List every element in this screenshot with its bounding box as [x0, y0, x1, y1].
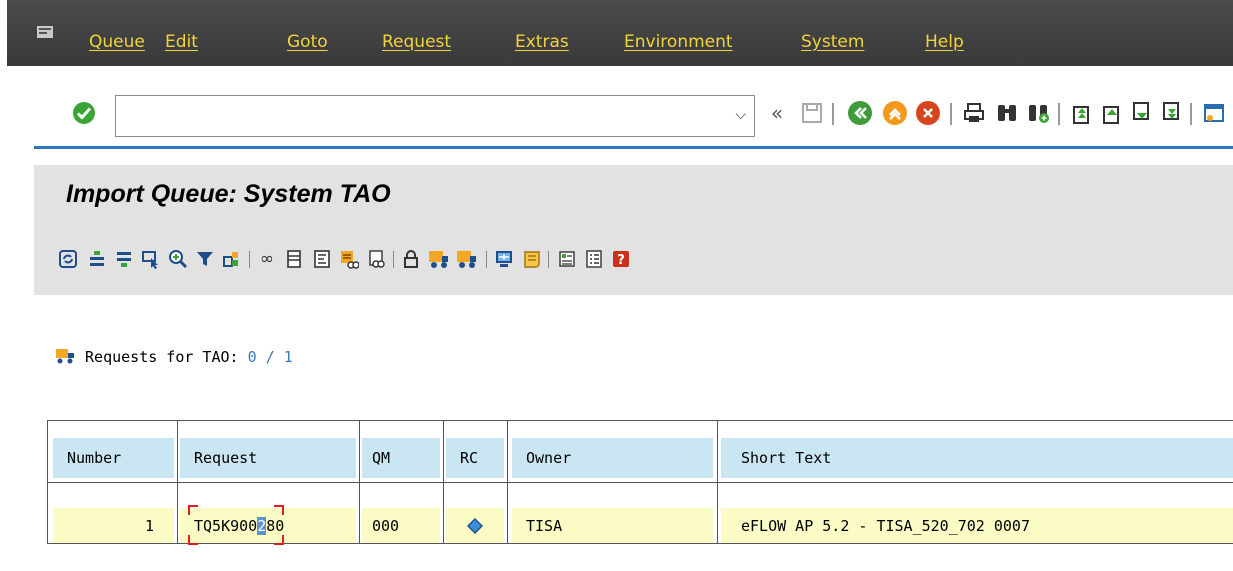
- column-header-rc[interactable]: RC: [446, 438, 504, 478]
- cell-number[interactable]: 1: [53, 508, 174, 543]
- import-request-truck-icon[interactable]: [456, 248, 478, 270]
- text-icon[interactable]: [311, 248, 333, 270]
- find-next-icon[interactable]: [1021, 96, 1055, 130]
- cell-qm[interactable]: 000: [362, 508, 440, 543]
- back-icon[interactable]: [843, 96, 877, 130]
- last-page-icon[interactable]: [1155, 96, 1189, 130]
- create-session-icon[interactable]: [1197, 96, 1231, 130]
- command-field[interactable]: ⌵: [115, 95, 755, 137]
- truck-icon: [56, 349, 74, 364]
- first-page-icon[interactable]: [1065, 96, 1099, 130]
- toolbar-separator: [249, 251, 250, 268]
- info-icon[interactable]: ?: [610, 248, 632, 270]
- sort-descending-icon[interactable]: [113, 248, 135, 270]
- find-icon[interactable]: [990, 96, 1024, 130]
- requests-count: 0 / 1: [247, 348, 293, 366]
- toolbar-separator: [1058, 103, 1060, 125]
- import-queue-table: Number Request QM RC Owner Short Text 1 …: [47, 420, 1233, 545]
- import-all-icon[interactable]: [428, 248, 450, 270]
- requests-label: Requests for TAO:: [85, 348, 239, 366]
- import-request-icon[interactable]: [338, 248, 360, 270]
- column-header-number[interactable]: Number: [53, 438, 174, 478]
- column-header-request[interactable]: Request: [180, 438, 356, 478]
- toolbar-separator: [1190, 103, 1192, 125]
- cell-short-text[interactable]: eFLOW AP 5.2 - TISA_520_702 0007: [721, 508, 1233, 543]
- menu-queue[interactable]: Queue: [89, 32, 145, 52]
- menu-request[interactable]: Request: [382, 32, 451, 52]
- next-page-icon[interactable]: [1125, 96, 1159, 130]
- system-menu-icon[interactable]: [37, 26, 53, 38]
- svg-text:?: ?: [617, 253, 625, 268]
- menu-extras[interactable]: Extras: [515, 32, 569, 52]
- column-header-owner[interactable]: Owner: [512, 438, 713, 478]
- lock-icon[interactable]: [400, 248, 422, 270]
- menu-edit[interactable]: Edit: [165, 32, 198, 52]
- requests-summary: Requests for TAO: 0 / 1: [56, 348, 293, 366]
- menu-goto[interactable]: Goto: [287, 32, 328, 52]
- refresh-icon[interactable]: [57, 248, 79, 270]
- cancel-icon[interactable]: [911, 96, 945, 130]
- cell-owner[interactable]: TISA: [512, 508, 713, 543]
- log-icon[interactable]: [521, 248, 543, 270]
- column-header-qm[interactable]: QM: [362, 438, 440, 478]
- zoom-details-icon[interactable]: [167, 248, 189, 270]
- previous-page-icon[interactable]: [1095, 96, 1129, 130]
- save-icon[interactable]: [795, 96, 829, 130]
- cell-focus-frame: [188, 505, 284, 545]
- menu-environment[interactable]: Environment: [624, 32, 733, 52]
- exit-icon[interactable]: [878, 96, 912, 130]
- filter-icon[interactable]: [194, 248, 216, 270]
- toolbar-separator: [486, 251, 487, 268]
- cell-rc[interactable]: [446, 508, 504, 543]
- collapse-arrows-icon[interactable]: «: [760, 96, 794, 130]
- toolbar-separator: [548, 251, 549, 268]
- diamond-status-icon: [467, 517, 483, 534]
- menu-bar: Queue Edit Goto Request Extras Environme…: [7, 0, 1233, 66]
- sort-ascending-icon[interactable]: [86, 248, 108, 270]
- menu-system[interactable]: System: [801, 32, 864, 52]
- monitor-icon[interactable]: [493, 248, 515, 270]
- legend-icon[interactable]: [556, 248, 578, 270]
- print-icon[interactable]: [957, 96, 991, 130]
- toolbar-separator: [393, 251, 394, 268]
- select-icon[interactable]: [140, 248, 162, 270]
- list-icon[interactable]: [583, 248, 605, 270]
- toolbar-divider: [34, 146, 1233, 149]
- menu-help[interactable]: Help: [925, 32, 964, 52]
- toolbar-separator: [832, 103, 834, 125]
- enter-check-icon[interactable]: [67, 96, 101, 130]
- transport-tools-icon[interactable]: [220, 248, 242, 270]
- page-title: Import Queue: System TAO: [66, 180, 391, 208]
- chevron-down-icon[interactable]: ⌵: [735, 107, 746, 123]
- column-header-short-text[interactable]: Short Text: [721, 438, 1233, 478]
- toolbar-separator: [950, 103, 952, 125]
- document-icon[interactable]: [283, 248, 305, 270]
- request-display-icon[interactable]: [365, 248, 387, 270]
- display-object-list-icon[interactable]: ∞: [256, 248, 278, 270]
